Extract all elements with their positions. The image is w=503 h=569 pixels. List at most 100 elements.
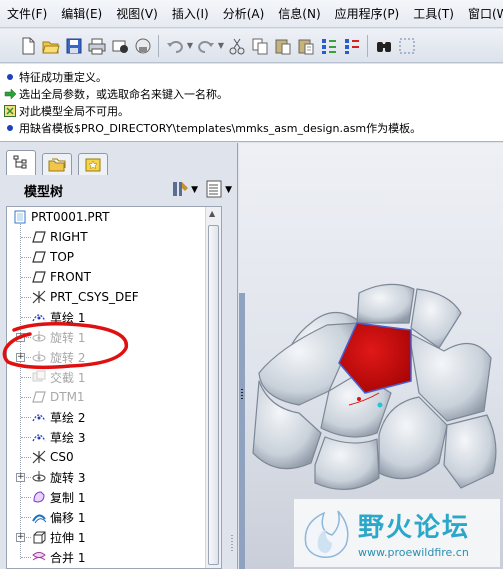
tree-root[interactable]: PRT0001.PRT: [12, 207, 109, 227]
tree-item[interactable]: TOP: [31, 247, 74, 267]
menu-analysis[interactable]: 分析(A): [216, 0, 272, 28]
message-text: 选出全局参数，或选取命名来键入一名称。: [19, 87, 228, 101]
tree-item[interactable]: 旋转 1: [31, 327, 85, 347]
expand-toggle[interactable]: +: [16, 473, 25, 482]
tree-item-label: CS0: [50, 450, 74, 464]
tree-item[interactable]: 草绘 3: [31, 427, 85, 447]
message-area: 特征成功重定义。 选出全局参数，或选取命名来键入一名称。 对此模型全局不可用。 …: [0, 64, 503, 142]
tree-connector: [20, 224, 21, 559]
tree-item-label: 合并 1: [50, 550, 86, 565]
print-icon[interactable]: [85, 34, 108, 57]
select-box-icon[interactable]: [395, 34, 418, 57]
model-tree-header: 模型树 ▼ ▼: [4, 175, 232, 205]
expand-toggle[interactable]: +: [16, 333, 25, 342]
chevron-down-icon: ▼: [191, 185, 199, 195]
tree-scrollbar[interactable]: ▲: [205, 207, 221, 568]
tree-item[interactable]: 合并 1: [31, 547, 85, 567]
copy-feature-icon: [31, 489, 47, 505]
warning-square-icon: [4, 104, 16, 117]
tree-item[interactable]: 草绘 2: [31, 407, 85, 427]
expand-toggle[interactable]: +: [16, 533, 25, 542]
tree-item-label: RIGHT: [50, 230, 88, 244]
find-icon[interactable]: [372, 34, 395, 57]
menu-tools[interactable]: 工具(T): [406, 0, 461, 28]
menu-window[interactable]: 窗口(W): [461, 0, 503, 28]
main-toolbar: ▼ ▼: [0, 29, 503, 63]
menu-file[interactable]: 文件(F): [0, 0, 54, 28]
undo-dropdown-icon[interactable]: ▼: [186, 34, 194, 57]
menu-insert[interactable]: 插入(I): [165, 0, 216, 28]
new-icon[interactable]: [16, 34, 39, 57]
tree-item-label: 旋转 1: [50, 330, 86, 345]
tree-item[interactable]: 复制 1: [31, 487, 85, 507]
tree-item[interactable]: 拉伸 1: [31, 527, 85, 547]
cut-icon[interactable]: [225, 34, 248, 57]
datum-plane-icon: [31, 249, 47, 265]
datum-plane-icon: [31, 229, 47, 245]
csys-point: [377, 402, 383, 408]
tree-item-label: 交截 1: [50, 370, 86, 385]
tree-item[interactable]: DTM1: [31, 387, 85, 407]
menu-edit[interactable]: 编辑(E): [54, 0, 109, 28]
tree-connector: [21, 437, 31, 438]
settings-dropdown-button[interactable]: ▼: [170, 179, 198, 202]
tree-item[interactable]: 草绘 1: [31, 307, 85, 327]
tree-item[interactable]: 偏移 1: [31, 507, 85, 527]
scroll-up-arrow-icon[interactable]: ▲: [209, 209, 215, 218]
tree-item[interactable]: 交截 1: [31, 367, 85, 387]
undo-icon[interactable]: [163, 34, 186, 57]
tree-filter-icon: [204, 179, 224, 202]
tree-connector: [21, 237, 31, 238]
panel-sash-handle[interactable]: [231, 533, 234, 553]
send-mail-icon[interactable]: [108, 34, 131, 57]
info-icon: [4, 71, 16, 83]
menu-applications[interactable]: 应用程序(P): [328, 0, 407, 28]
tree-connector: [21, 297, 31, 298]
info-icon: [4, 122, 16, 134]
tree-item-label: 草绘 1: [50, 310, 86, 325]
copy-icon[interactable]: [248, 34, 271, 57]
redo-dropdown-icon[interactable]: ▼: [217, 34, 225, 57]
tree-item-label: PRT_CSYS_DEF: [50, 290, 139, 304]
tree-item[interactable]: FRONT: [31, 267, 91, 287]
tree-item-label: DTM1: [50, 390, 85, 404]
model-tree-tab-icon[interactable]: [6, 150, 36, 175]
tree-item[interactable]: 旋转 3: [31, 467, 85, 487]
tree-item-label: 草绘 3: [50, 430, 86, 445]
regen-manager-icon[interactable]: [340, 34, 363, 57]
tree-item[interactable]: PRT_CSYS_DEF: [31, 287, 139, 307]
redo-icon[interactable]: [194, 34, 217, 57]
tree-item-label: TOP: [50, 250, 75, 264]
email-icon[interactable]: [131, 34, 154, 57]
tree-connector: [21, 377, 31, 378]
message-line: 用缺省模板$PRO_DIRECTORY\templates\mmks_asm_d…: [4, 119, 503, 136]
open-icon[interactable]: [39, 34, 62, 57]
revolve-icon: [31, 469, 47, 485]
tree-item[interactable]: RIGHT: [31, 227, 88, 247]
folder-browser-tab-icon[interactable]: [42, 153, 72, 175]
tree-item[interactable]: 旋转 2: [31, 347, 85, 367]
scroll-thumb[interactable]: [208, 225, 219, 565]
toolbar-separator: [367, 34, 368, 57]
csys-icon: [31, 289, 47, 305]
menu-view[interactable]: 视图(V): [109, 0, 165, 28]
menu-info[interactable]: 信息(N): [271, 0, 327, 28]
expand-toggle[interactable]: +: [16, 353, 25, 362]
tree-item[interactable]: CS0: [31, 447, 74, 467]
paste-special-icon[interactable]: [294, 34, 317, 57]
tree-connector: [21, 417, 31, 418]
message-text: 用缺省模板$PRO_DIRECTORY\templates\mmks_asm_d…: [19, 121, 422, 135]
message-text: 特征成功重定义。: [19, 70, 107, 84]
paste-icon[interactable]: [271, 34, 294, 57]
favorites-tab-icon[interactable]: [78, 153, 108, 175]
arrow-right-icon: [4, 87, 16, 100]
tree-item-label: 旋转 2: [50, 350, 86, 365]
tree-item-label: 复制 1: [50, 490, 86, 505]
regenerate-icon[interactable]: [317, 34, 340, 57]
tree-connector: [21, 497, 31, 498]
tree-connector: [21, 277, 31, 278]
show-dropdown-button[interactable]: ▼: [204, 179, 232, 202]
save-icon[interactable]: [62, 34, 85, 57]
sketch-point: [357, 397, 361, 401]
message-line: 对此模型全局不可用。: [4, 102, 503, 119]
